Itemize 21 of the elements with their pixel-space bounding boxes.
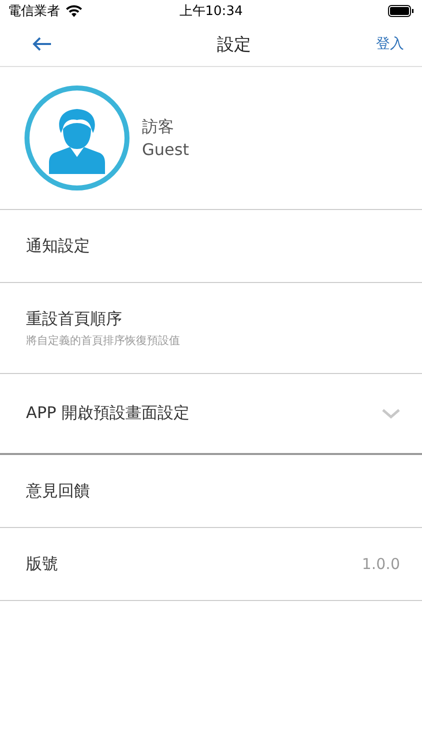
login-button[interactable]: 登入 (372, 31, 408, 57)
clock-time: 上午10:34 (179, 3, 243, 20)
row-label: 通知設定 (26, 236, 90, 256)
wifi-icon (66, 5, 82, 17)
user-subtitle: Guest (142, 140, 189, 159)
version-value: 1.0.0 (362, 555, 400, 573)
settings-row[interactable]: 通知設定 (0, 210, 422, 283)
avatar-icon (24, 85, 130, 191)
row-label: 重設首頁順序 (26, 308, 123, 330)
settings-row[interactable]: 重設首頁順序 將自定義的首頁排序恢復預設值 (0, 283, 422, 374)
settings-row[interactable]: 意見回饋 (0, 455, 422, 528)
page-title: 設定 (217, 34, 251, 56)
carrier-name: 電信業者 (8, 3, 60, 20)
back-arrow-icon (32, 36, 52, 52)
row-description: 將自定義的首頁排序恢復預設值 (26, 332, 180, 348)
row-label: APP 開啟預設畫面設定 (26, 403, 190, 424)
row-label: 版號 (26, 554, 58, 574)
user-name: 訪客 (142, 117, 175, 138)
battery-icon (388, 5, 414, 17)
settings-row[interactable]: 版號 1.0.0 (0, 528, 422, 601)
row-label: 意見回饋 (26, 480, 90, 502)
